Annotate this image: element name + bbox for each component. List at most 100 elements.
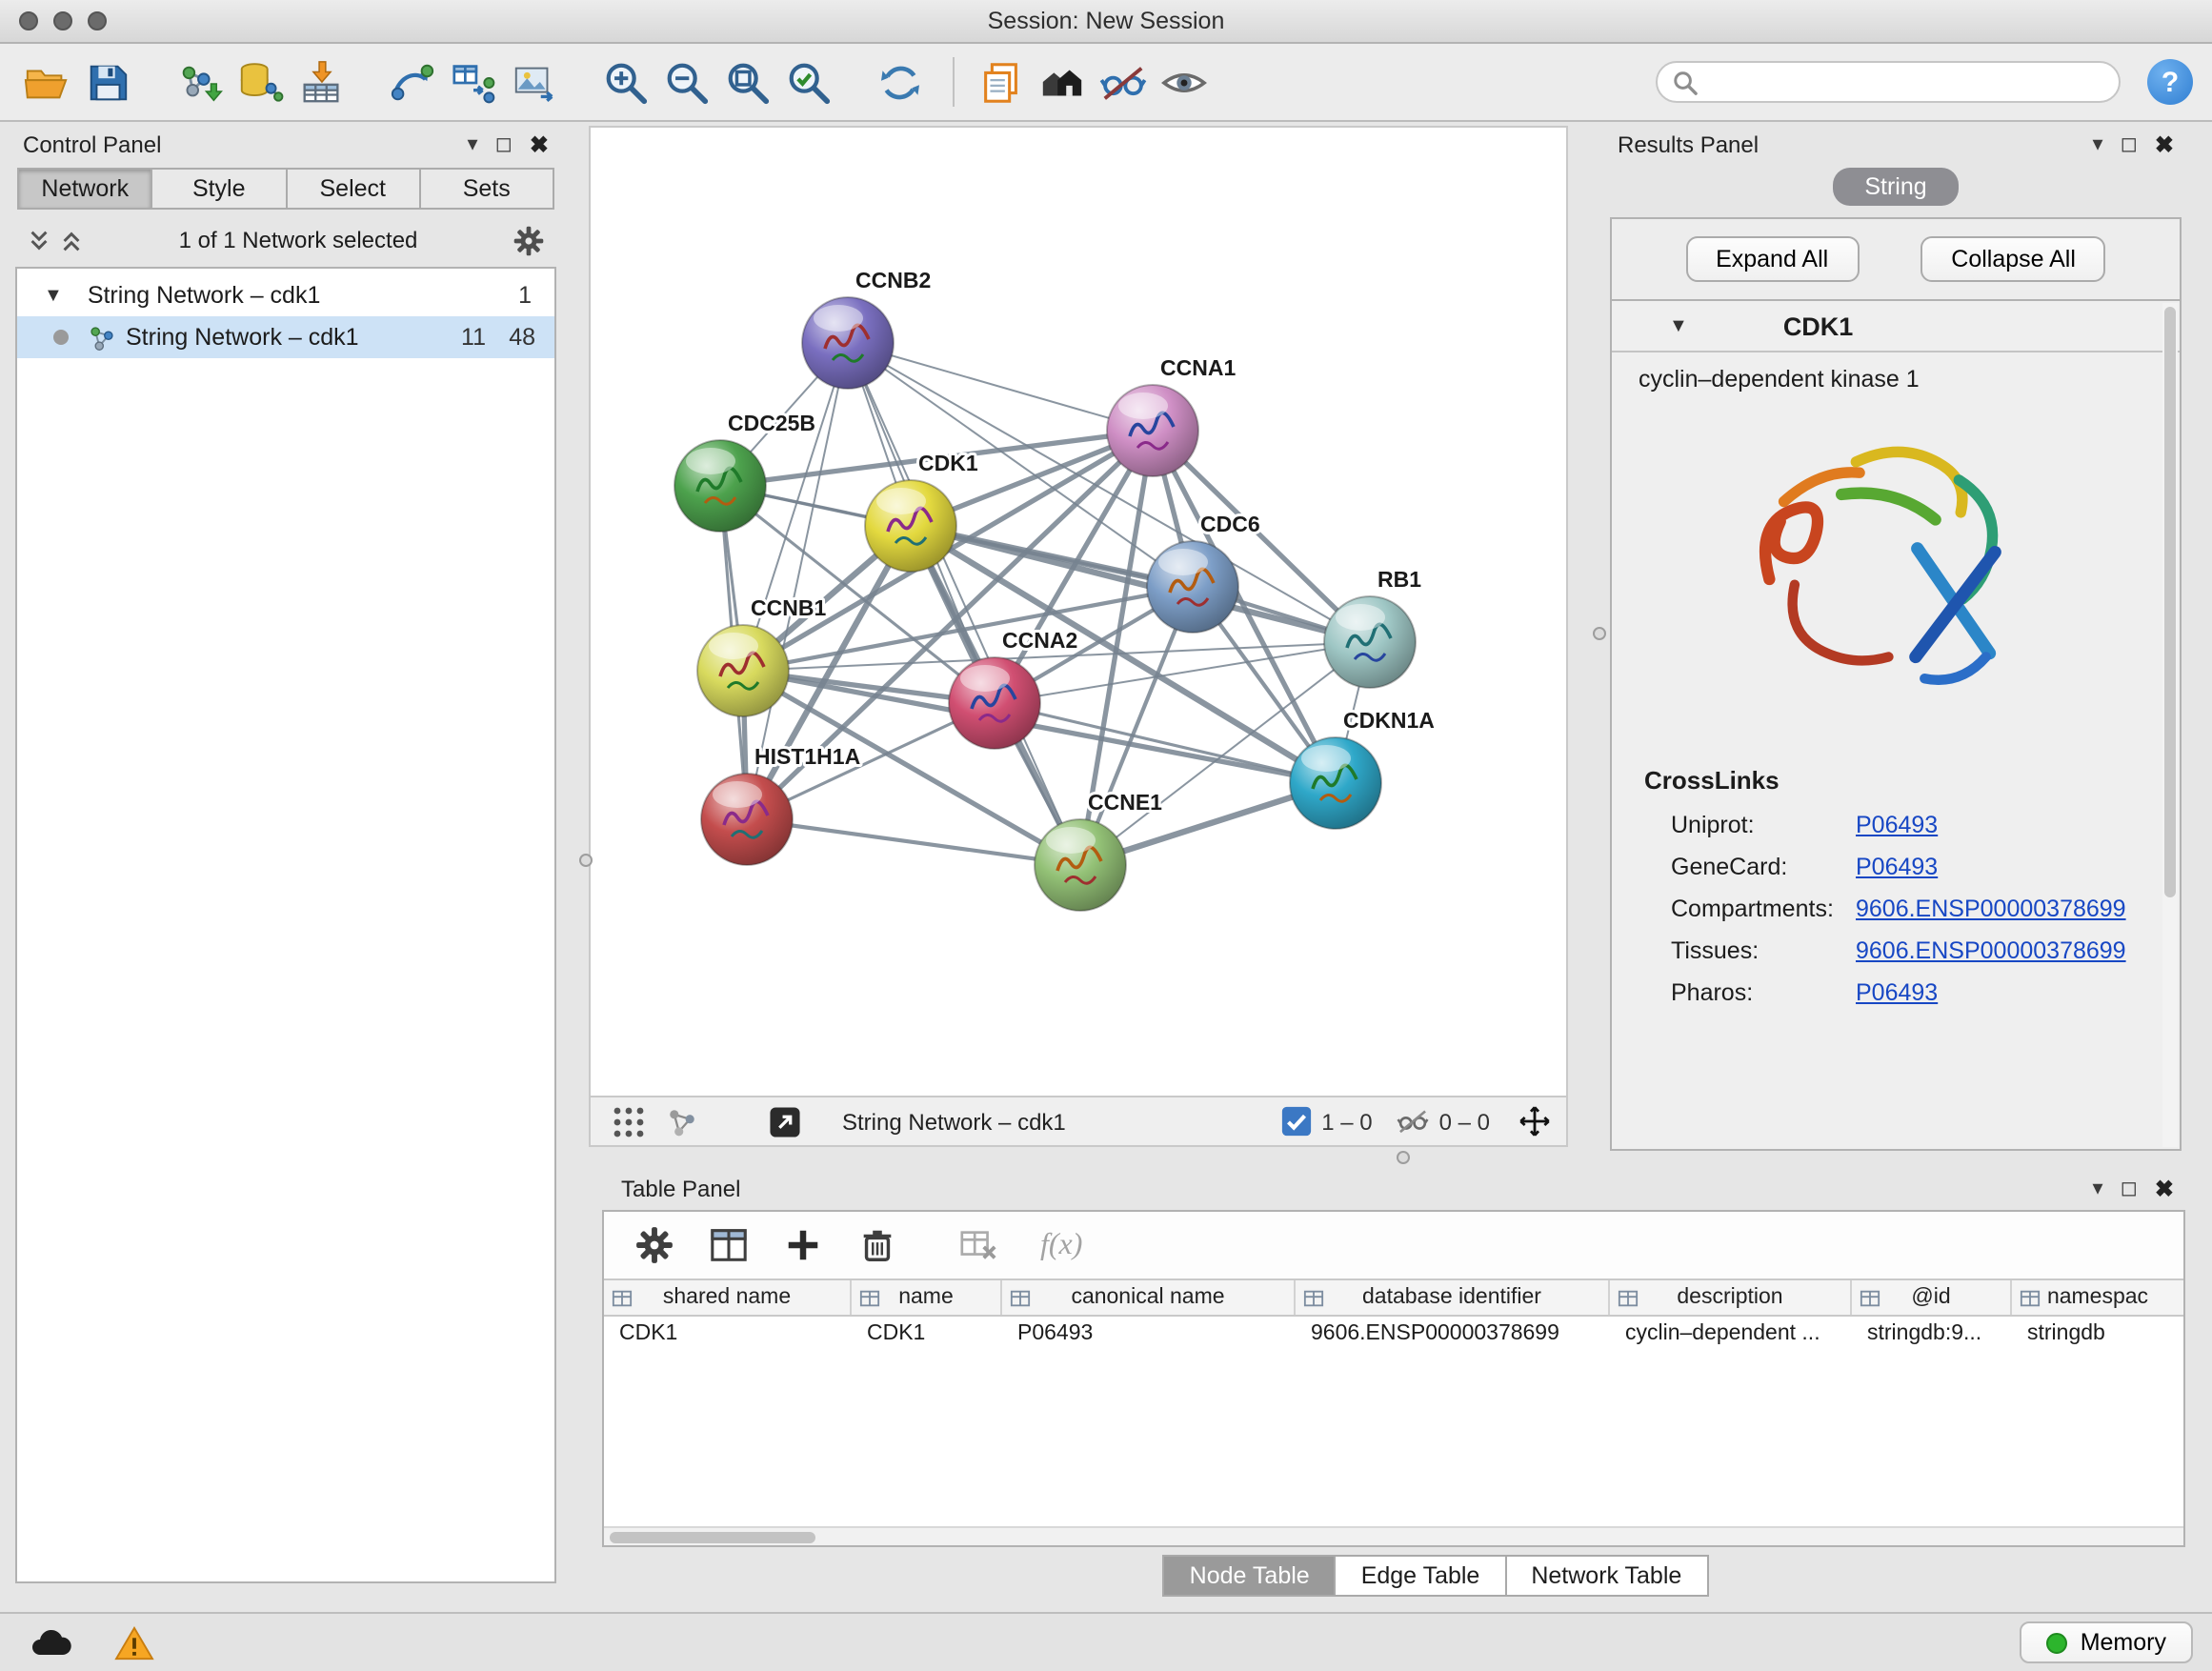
network-collection-row[interactable]: ▼ String Network – cdk1 1 (17, 274, 554, 316)
show-columns-button[interactable] (705, 1222, 751, 1268)
home-networks-button[interactable] (1035, 54, 1090, 110)
tab-style[interactable]: Style (151, 168, 286, 210)
delete-table-button[interactable] (955, 1222, 1000, 1268)
column-header-name[interactable]: name (852, 1280, 1002, 1315)
column-header-description[interactable]: description (1610, 1280, 1852, 1315)
results-panel-float-icon[interactable]: ▾ (2093, 134, 2103, 155)
right-splitter-handle[interactable] (1593, 627, 1606, 640)
tab-node-table[interactable]: Node Table (1163, 1555, 1337, 1597)
import-table-from-file-button[interactable] (293, 54, 349, 110)
network-edge[interactable] (747, 819, 1080, 865)
cytoscape-window: Session: New Session ? Contro (0, 0, 2212, 1671)
column-header-id[interactable]: @id (1852, 1280, 2012, 1315)
network-options-gear-icon[interactable] (513, 224, 545, 256)
export-image-icon (511, 58, 558, 106)
compartments-link[interactable]: 9606.ENSP00000378699 (1856, 896, 2126, 922)
table-row[interactable]: CDK1 CDK1 P06493 9606.ENSP00000378699 cy… (604, 1317, 2183, 1355)
table-panel-float-icon[interactable]: ▾ (2093, 1178, 2103, 1199)
open-session-button[interactable] (19, 54, 74, 110)
protein-expander-icon[interactable]: ▼ (1669, 315, 1688, 336)
column-header-shared-name[interactable]: shared name (604, 1280, 852, 1315)
bottom-splitter-handle[interactable] (1397, 1151, 1410, 1164)
memory-button[interactable]: Memory (2020, 1621, 2193, 1663)
tab-string[interactable]: String (1832, 168, 1959, 206)
hidden-glasses-icon[interactable] (1398, 1105, 1430, 1137)
selected-nodes-edges: 1 – 0 (1321, 1108, 1372, 1135)
network-edge[interactable] (848, 343, 1153, 431)
import-network-from-database-button[interactable] (232, 54, 288, 110)
tree-expander-icon[interactable]: ▼ (44, 285, 63, 306)
table-panel-maximize-icon[interactable]: ◻ (2121, 1178, 2138, 1199)
crosshair-move-icon[interactable] (1518, 1105, 1551, 1137)
collection-count: 1 (518, 282, 532, 309)
tab-sets[interactable]: Sets (419, 168, 555, 210)
expand-all-icon[interactable] (59, 228, 84, 252)
network-glyph-button[interactable] (659, 1100, 705, 1142)
network-row[interactable]: String Network – cdk1 11 48 (17, 316, 554, 358)
hide-structures-button[interactable] (1096, 54, 1151, 110)
tab-network[interactable]: Network (17, 168, 151, 210)
new-network-from-table-button[interactable] (446, 54, 501, 110)
results-panel-maximize-icon[interactable]: ◻ (2121, 134, 2138, 155)
tab-edge-table[interactable]: Edge Table (1337, 1555, 1507, 1597)
copy-document-button[interactable] (974, 54, 1029, 110)
control-panel-maximize-icon[interactable]: ◻ (495, 134, 513, 155)
genecard-link[interactable]: P06493 (1856, 854, 1938, 880)
collapse-all-icon[interactable] (27, 228, 51, 252)
zoom-selected-button[interactable] (781, 54, 836, 110)
eye-icon (1160, 58, 1208, 106)
zoom-fit-button[interactable] (720, 54, 775, 110)
column-header-canonical-name[interactable]: canonical name (1002, 1280, 1296, 1315)
node-label-RB1: RB1 (1377, 567, 1421, 592)
help-button[interactable]: ? (2147, 59, 2193, 105)
column-type-icon (612, 1288, 633, 1309)
search-box[interactable] (1656, 61, 2121, 103)
table-panel-close-icon[interactable]: ✖ (2155, 1176, 2174, 1202)
show-eye-button[interactable] (1156, 54, 1212, 110)
selected-checkbox-icon[interactable] (1279, 1105, 1312, 1137)
pharos-link[interactable]: P06493 (1856, 979, 1938, 1006)
export-network-button[interactable] (762, 1100, 808, 1142)
function-builder-button[interactable]: f(x) (1040, 1228, 1082, 1262)
crosslink-row: Compartments: 9606.ENSP00000378699 (1612, 888, 2180, 930)
columns-icon (708, 1225, 748, 1265)
warnings-button[interactable] (101, 1620, 166, 1665)
save-session-button[interactable] (80, 54, 135, 110)
network-name: String Network – cdk1 (126, 324, 359, 351)
zoom-out-button[interactable] (659, 54, 714, 110)
crosslink-label: Compartments: (1671, 896, 1856, 922)
collapse-all-button[interactable]: Collapse All (1920, 236, 2106, 282)
status-bar: Memory (0, 1612, 2212, 1671)
network-canvas[interactable]: CCNB2CCNA1CDC25BCDK1CDC6RB1CCNB1CCNA2CDK… (589, 126, 1568, 1097)
control-panel-close-icon[interactable]: ✖ (530, 131, 549, 158)
expand-all-button[interactable]: Expand All (1685, 236, 1859, 282)
zoom-in-button[interactable] (598, 54, 654, 110)
control-panel-title: Control Panel (23, 131, 161, 158)
column-header-database-identifier[interactable]: database identifier (1296, 1280, 1610, 1315)
control-panel-float-icon[interactable]: ▾ (468, 134, 478, 155)
birds-eye-view-button[interactable] (606, 1100, 652, 1142)
create-column-button[interactable] (779, 1222, 825, 1268)
left-splitter-handle[interactable] (579, 854, 593, 867)
results-scrollbar-thumb[interactable] (2164, 307, 2176, 897)
column-header-namespace[interactable]: namespac (2012, 1280, 2183, 1315)
results-panel-close-icon[interactable]: ✖ (2155, 131, 2174, 158)
tab-select[interactable]: Select (285, 168, 419, 210)
new-network-button[interactable] (385, 54, 440, 110)
export-image-button[interactable] (507, 54, 562, 110)
table-options-button[interactable] (631, 1222, 676, 1268)
delete-column-button[interactable] (854, 1222, 899, 1268)
uniprot-link[interactable]: P06493 (1856, 812, 1938, 838)
import-network-from-file-button[interactable] (171, 54, 227, 110)
refresh-button[interactable] (873, 54, 928, 110)
results-scrollbar[interactable] (2162, 303, 2178, 1147)
table-scrollbar-thumb[interactable] (610, 1532, 815, 1543)
search-input[interactable] (1707, 69, 2103, 95)
cloud-button[interactable] (19, 1620, 84, 1665)
tissues-link[interactable]: 9606.ENSP00000378699 (1856, 937, 2126, 964)
tab-network-table[interactable]: Network Table (1506, 1555, 1708, 1597)
string-network-icon (88, 323, 116, 352)
share-network-icon (665, 1104, 699, 1138)
zoom-selected-icon (785, 58, 833, 106)
table-horizontal-scrollbar[interactable] (604, 1526, 2183, 1545)
